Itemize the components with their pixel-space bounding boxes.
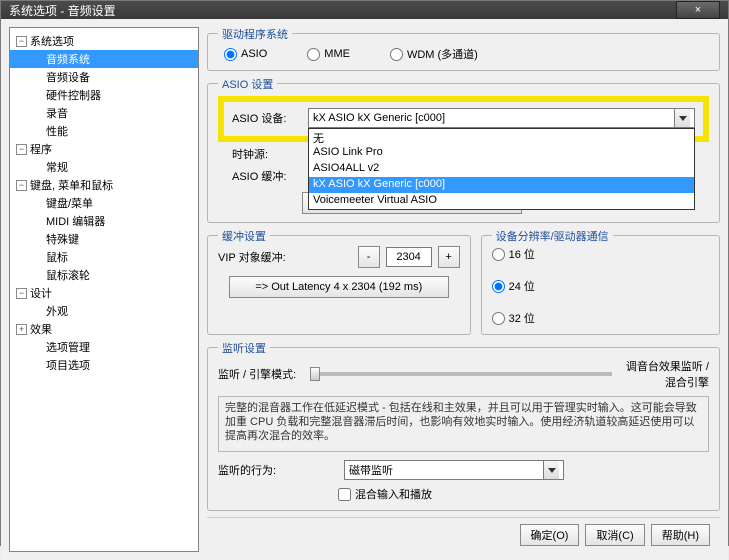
- radio-32bit[interactable]: 32 位: [492, 310, 709, 326]
- monitor-slider[interactable]: [310, 372, 612, 376]
- main-panel: 驱动程序系统 ASIO MME WDM (多通道) ASIO 设置 ASIO 设…: [207, 27, 720, 552]
- tree-performance[interactable]: 性能: [10, 122, 198, 140]
- asio-device-value: kX ASIO kX Generic [c000]: [313, 112, 674, 124]
- collapse-icon[interactable]: −: [16, 144, 27, 155]
- monitor-behavior-dropdown-button[interactable]: [543, 461, 559, 479]
- window-title: 系统选项 - 音频设置: [9, 2, 676, 19]
- monitor-group: 监听设置 监听 / 引擎模式: 调音台效果监听 / 混合引擎 完整的混音器工作在…: [207, 347, 720, 511]
- tree-midi-editor[interactable]: MIDI 编辑器: [10, 212, 198, 230]
- tree-special-keys[interactable]: 特殊键: [10, 230, 198, 248]
- ok-button[interactable]: 确定(O): [520, 524, 580, 546]
- tree-mouse[interactable]: 鼠标: [10, 248, 198, 266]
- resolution-group: 设备分辨率/驱动器通信 16 位 24 位 32 位: [481, 235, 720, 335]
- asio-legend: ASIO 设置: [218, 76, 277, 92]
- tree-audio-system[interactable]: 音频系统: [10, 50, 198, 68]
- radio-mme[interactable]: MME: [307, 46, 350, 62]
- radio-asio[interactable]: ASIO: [224, 46, 267, 62]
- buffer-latency[interactable]: => Out Latency 4 x 2304 (192 ms): [229, 276, 449, 298]
- buffer-legend: 缓冲设置: [218, 228, 270, 244]
- buffer-value[interactable]: 2304: [386, 247, 432, 267]
- asio-clock-label: 时钟源:: [218, 146, 288, 162]
- opt-voicemeeter[interactable]: Voicemeeter Virtual ASIO: [309, 193, 694, 209]
- opt-kx[interactable]: kX ASIO kX Generic [c000]: [309, 177, 694, 193]
- collapse-icon[interactable]: −: [16, 36, 27, 47]
- asio-device-dropdown-button[interactable]: [674, 109, 690, 127]
- opt-linkpro[interactable]: ASIO Link Pro: [309, 145, 694, 161]
- radio-wdm[interactable]: WDM (多通道): [390, 46, 478, 62]
- chevron-down-icon: [548, 468, 556, 473]
- tree-hw-controller[interactable]: 硬件控制器: [10, 86, 198, 104]
- driver-group: 驱动程序系统 ASIO MME WDM (多通道): [207, 33, 720, 71]
- monitor-right-label-a: 调音台效果监听 /: [626, 358, 709, 374]
- monitor-legend: 监听设置: [218, 340, 270, 356]
- collapse-icon[interactable]: −: [16, 288, 27, 299]
- buffer-plus-button[interactable]: +: [438, 246, 460, 268]
- asio-device-label: ASIO 设备:: [232, 110, 302, 126]
- tree-effects[interactable]: +效果: [10, 320, 198, 338]
- tree-appearance[interactable]: 外观: [10, 302, 198, 320]
- tree-kb-menu[interactable]: 键盘/菜单: [10, 194, 198, 212]
- monitor-description: 完整的混音器工作在低延迟模式 - 包括在线和主效果，并且可以用于管理实时输入。这…: [218, 396, 709, 452]
- asio-buffer-label: ASIO 缓冲:: [218, 168, 288, 184]
- asio-device-highlight: ASIO 设备: kX ASIO kX Generic [c000] 无 ASI…: [218, 96, 709, 142]
- tree-design[interactable]: −设计: [10, 284, 198, 302]
- chevron-down-icon: [679, 116, 687, 121]
- monitor-behavior-value: 磁带监听: [349, 462, 543, 478]
- tree-program[interactable]: −程序: [10, 140, 198, 158]
- tree-kbmouse[interactable]: −键盘, 菜单和鼠标: [10, 176, 198, 194]
- dialog-buttons: 确定(O) 取消(C) 帮助(H): [207, 517, 720, 552]
- opt-none[interactable]: 无: [309, 129, 694, 145]
- tree-recording[interactable]: 录音: [10, 104, 198, 122]
- asio-group: ASIO 设置 ASIO 设备: kX ASIO kX Generic [c00…: [207, 83, 720, 223]
- close-icon: ×: [695, 4, 701, 16]
- monitor-behavior-label: 监听的行为:: [218, 462, 338, 478]
- cancel-button[interactable]: 取消(C): [585, 524, 644, 546]
- tree-general[interactable]: 常规: [10, 158, 198, 176]
- tree-project-options[interactable]: 项目选项: [10, 356, 198, 374]
- asio-device-dropdown[interactable]: 无 ASIO Link Pro ASIO4ALL v2 kX ASIO kX G…: [308, 128, 695, 210]
- tree-audio-device[interactable]: 音频设备: [10, 68, 198, 86]
- help-button[interactable]: 帮助(H): [651, 524, 710, 546]
- opt-a4all[interactable]: ASIO4ALL v2: [309, 161, 694, 177]
- collapse-icon[interactable]: −: [16, 180, 27, 191]
- driver-legend: 驱动程序系统: [218, 27, 292, 42]
- titlebar: 系统选项 - 音频设置 ×: [1, 1, 728, 19]
- monitor-engine-label: 监听 / 引擎模式:: [218, 366, 296, 382]
- tree-system[interactable]: −系统选项: [10, 32, 198, 50]
- buffer-minus-button[interactable]: -: [358, 246, 380, 268]
- monitor-right-label-b: 混合引擎: [626, 374, 709, 390]
- monitor-behavior-combo[interactable]: 磁带监听: [344, 460, 564, 480]
- tree-mouse-wheel[interactable]: 鼠标滚轮: [10, 266, 198, 284]
- buffer-group: 缓冲设置 VIP 对象缓冲: - 2304 + => Out Latency 4…: [207, 235, 471, 335]
- mix-io-checkbox[interactable]: 混合输入和播放: [338, 486, 432, 502]
- nav-tree[interactable]: −系统选项 音频系统 音频设备 硬件控制器 录音 性能 −程序 常规 −键盘, …: [9, 27, 199, 552]
- tree-option-mgmt[interactable]: 选项管理: [10, 338, 198, 356]
- expand-icon[interactable]: +: [16, 324, 27, 335]
- options-window: 系统选项 - 音频设置 × −系统选项 音频系统 音频设备 硬件控制器 录音 性…: [0, 0, 729, 546]
- radio-16bit[interactable]: 16 位: [492, 246, 709, 262]
- vip-buffer-label: VIP 对象缓冲:: [218, 249, 352, 265]
- resolution-legend: 设备分辨率/驱动器通信: [492, 228, 613, 244]
- radio-24bit[interactable]: 24 位: [492, 278, 709, 294]
- slider-thumb[interactable]: [310, 367, 320, 381]
- close-button[interactable]: ×: [676, 1, 720, 19]
- asio-device-combo[interactable]: kX ASIO kX Generic [c000] 无 ASIO Link Pr…: [308, 108, 695, 128]
